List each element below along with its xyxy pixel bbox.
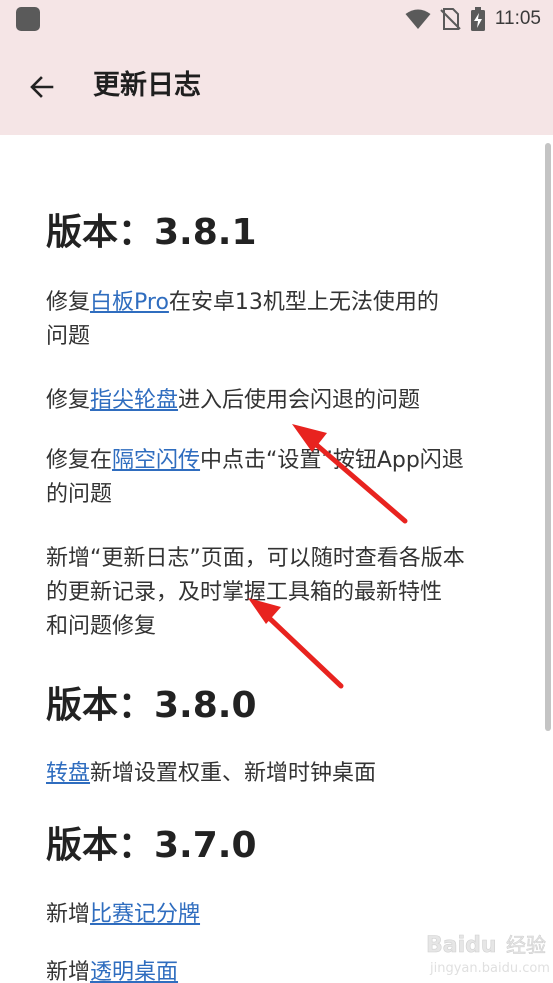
feature-link[interactable]: 白板Pro	[90, 290, 169, 315]
entry-line: 转盘新增设置权重、新增时钟桌面	[46, 757, 516, 791]
entry-line: 的问题	[46, 478, 516, 512]
changelog-entry: 新增“更新日志”页面，可以随时查看各版本 的更新记录，及时掌握工具箱的最新特性 和问…	[46, 542, 516, 644]
version-heading: 版本：3.7.0	[46, 825, 257, 866]
changelog-entry: 转盘新增设置权重、新增时钟桌面	[46, 757, 516, 791]
no-sim-icon	[440, 8, 461, 30]
changelog-entry: 修复在隔空闪传中点击“设置”按钮App闪退的问题	[46, 444, 516, 512]
entry-text: 的问题	[46, 482, 113, 507]
entry-text: 新增“更新日志”页面，可以随时查看各版本	[46, 546, 465, 571]
status-time: 11:05	[494, 8, 541, 29]
entry-line: 新增透明桌面	[46, 956, 516, 983]
entry-text: 修复在	[46, 448, 113, 473]
changelog-entry: 修复指尖轮盘进入后使用会闪退的问题	[46, 384, 516, 418]
entry-text: 问题	[46, 324, 91, 349]
entry-line: 问题	[46, 320, 516, 354]
entry-text: 新增	[46, 960, 91, 983]
changelog-entry: 新增比赛记分牌	[46, 898, 516, 932]
entry-text: 在安卓13机型上无法使用的	[168, 290, 439, 315]
entry-line: 的更新记录，及时掌握工具箱的最新特性	[46, 576, 516, 610]
back-button[interactable]	[20, 65, 64, 109]
app-bar: 更新日志	[0, 38, 553, 135]
entry-text: 修复	[46, 290, 91, 315]
page-title: 更新日志	[93, 70, 201, 101]
changelog-entry: 新增透明桌面	[46, 956, 516, 983]
entry-text: 的更新记录，及时掌握工具箱的最新特性	[46, 580, 443, 605]
app-icon	[16, 7, 40, 31]
battery-charging-icon	[470, 7, 485, 31]
version-heading: 版本：3.8.1	[46, 212, 257, 253]
entry-text: 新增设置权重、新增时钟桌面	[90, 761, 377, 786]
entry-text: 中点击“设置”按钮App闪退	[200, 448, 464, 473]
entry-line: 修复指尖轮盘进入后使用会闪退的问题	[46, 384, 516, 418]
status-icons: 11:05	[405, 6, 541, 32]
entry-line: 新增“更新日志”页面，可以随时查看各版本	[46, 542, 516, 576]
app-screen: 11:05 更新日志 版本：3.8.1 修复白板Pro在安卓13机型上无法使用的问…	[0, 0, 553, 983]
status-bar: 11:05	[0, 0, 553, 38]
version-heading: 版本：3.8.0	[46, 685, 257, 726]
entry-line: 修复白板Pro在安卓13机型上无法使用的	[46, 286, 516, 320]
changelog-entry: 修复白板Pro在安卓13机型上无法使用的问题	[46, 286, 516, 354]
entry-line: 新增比赛记分牌	[46, 898, 516, 932]
entry-text: 和问题修复	[46, 614, 157, 639]
entry-text: 修复	[46, 388, 91, 413]
entry-line: 和问题修复	[46, 610, 516, 644]
feature-link[interactable]: 比赛记分牌	[90, 902, 200, 927]
feature-link[interactable]: 指尖轮盘	[90, 388, 178, 413]
feature-link[interactable]: 转盘	[46, 761, 90, 786]
entry-text: 进入后使用会闪退的问题	[178, 388, 421, 413]
entry-line: 修复在隔空闪传中点击“设置”按钮App闪退	[46, 444, 516, 478]
changelog-content[interactable]: 版本：3.8.1 修复白板Pro在安卓13机型上无法使用的 问题 修复指尖轮盘进入后使…	[0, 135, 553, 983]
feature-link[interactable]: 透明桌面	[90, 960, 178, 983]
wifi-icon	[405, 9, 431, 29]
entry-text: 新增	[46, 902, 91, 927]
arrow-left-icon	[30, 76, 54, 98]
scrollbar[interactable]	[545, 143, 551, 731]
feature-link[interactable]: 隔空闪传	[112, 448, 200, 473]
